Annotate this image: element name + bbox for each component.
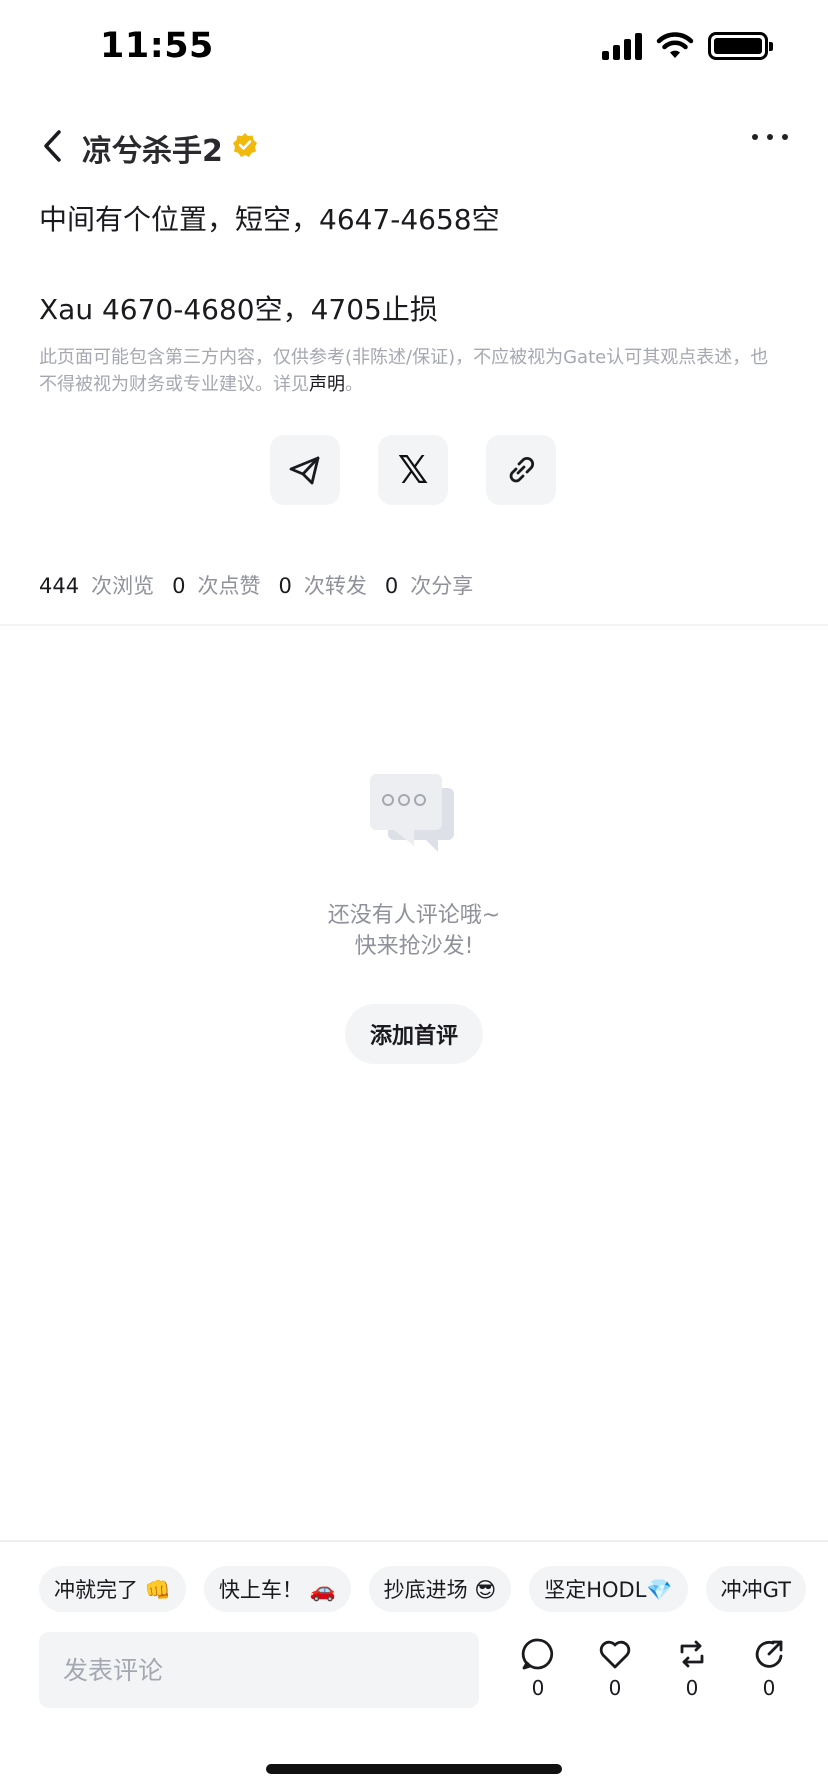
bottom-bar-divider — [0, 1540, 828, 1542]
heart-icon — [599, 1640, 631, 1669]
share-telegram-button[interactable] — [270, 435, 340, 505]
comment-icon — [521, 1638, 554, 1670]
disclaimer: 此页面可能包含第三方内容，仅供参考(非陈述/保证)，不应被视为Gate认可其观点… — [39, 344, 779, 398]
share-count: 0 — [762, 1676, 776, 1700]
share-icon — [755, 1640, 783, 1668]
post-text-line-2: Xau 4670-4680空，4705止损 — [39, 293, 438, 326]
copy-link-button[interactable] — [486, 435, 556, 505]
share-x-button[interactable]: 𝕏 — [378, 435, 448, 505]
comment-input[interactable] — [39, 1632, 479, 1708]
back-button[interactable] — [32, 124, 72, 168]
wifi-icon — [656, 32, 694, 58]
chevron-left-icon — [44, 130, 61, 162]
post-text-line-1: 中间有个位置，短空，4647-4658空 — [39, 203, 500, 236]
quick-reply-chips: 冲就完了 👊 快上车！ 🚗 抄底进场 😎 坚定HODL💎 冲冲GT — [39, 1566, 806, 1612]
like-button[interactable]: 0 — [585, 1636, 645, 1700]
empty-comments-line-1: 还没有人评论哦~ — [327, 903, 501, 928]
status-time: 11:55 — [100, 26, 214, 66]
views-label: 次浏览 — [91, 574, 155, 598]
quick-reply-chip[interactable]: 冲就完了 👊 — [39, 1566, 186, 1612]
disclaimer-link[interactable]: 声明 — [309, 374, 345, 395]
repost-count: 0 — [685, 1676, 699, 1700]
add-first-comment-button[interactable]: 添加首评 — [345, 1004, 483, 1064]
section-divider — [0, 624, 828, 626]
post-detail-screen: 11:55 凉兮杀手2 中间有个位置，短空，4647-4658空 Xau 467… — [0, 0, 828, 1792]
empty-comments-line-2: 快来抢沙发! — [354, 934, 474, 959]
repost-icon — [680, 1640, 704, 1668]
x-icon: 𝕏 — [397, 448, 429, 492]
shares-count: 0 — [384, 574, 399, 598]
views-count: 444 — [39, 574, 80, 598]
likes-count: 0 — [172, 574, 186, 598]
repost-button[interactable]: 0 — [662, 1636, 722, 1700]
share-button[interactable]: 0 — [739, 1636, 799, 1700]
status-icons — [602, 32, 773, 60]
telegram-icon — [289, 456, 320, 485]
likes-label: 次点赞 — [197, 574, 261, 598]
quick-reply-chip[interactable]: 冲冲GT — [705, 1566, 806, 1612]
author-name[interactable]: 凉兮杀手2 — [82, 126, 223, 170]
verified-badge-icon — [233, 133, 257, 157]
battery-icon — [708, 32, 773, 60]
comment-button[interactable]: 0 — [508, 1636, 568, 1700]
reposts-count: 0 — [278, 574, 292, 598]
chat-bubble-icon — [370, 774, 454, 852]
disclaimer-text: 此页面可能包含第三方内容，仅供参考(非陈述/保证)，不应被视为Gate认可其观点… — [39, 347, 769, 395]
shares-label: 次分享 — [410, 574, 474, 598]
like-count: 0 — [608, 1676, 622, 1700]
disclaimer-end: 。 — [345, 374, 363, 395]
more-button[interactable] — [752, 134, 788, 140]
share-buttons: 𝕏 — [270, 435, 556, 505]
home-indicator — [266, 1764, 562, 1774]
more-icon — [752, 134, 758, 140]
post-header: 凉兮杀手2 — [0, 118, 828, 174]
quick-reply-chip[interactable]: 抄底进场 😎 — [368, 1566, 512, 1612]
post-stats: 444 次浏览 0 次点赞 0 次转发 0 次分享 — [39, 570, 491, 600]
comment-count: 0 — [531, 1676, 545, 1700]
quick-reply-chip[interactable]: 快上车！ 🚗 — [203, 1566, 351, 1612]
cellular-signal-icon — [602, 32, 642, 60]
quick-reply-chip[interactable]: 坚定HODL💎 — [529, 1566, 688, 1612]
link-icon — [509, 456, 535, 483]
reposts-label: 次转发 — [303, 574, 367, 598]
